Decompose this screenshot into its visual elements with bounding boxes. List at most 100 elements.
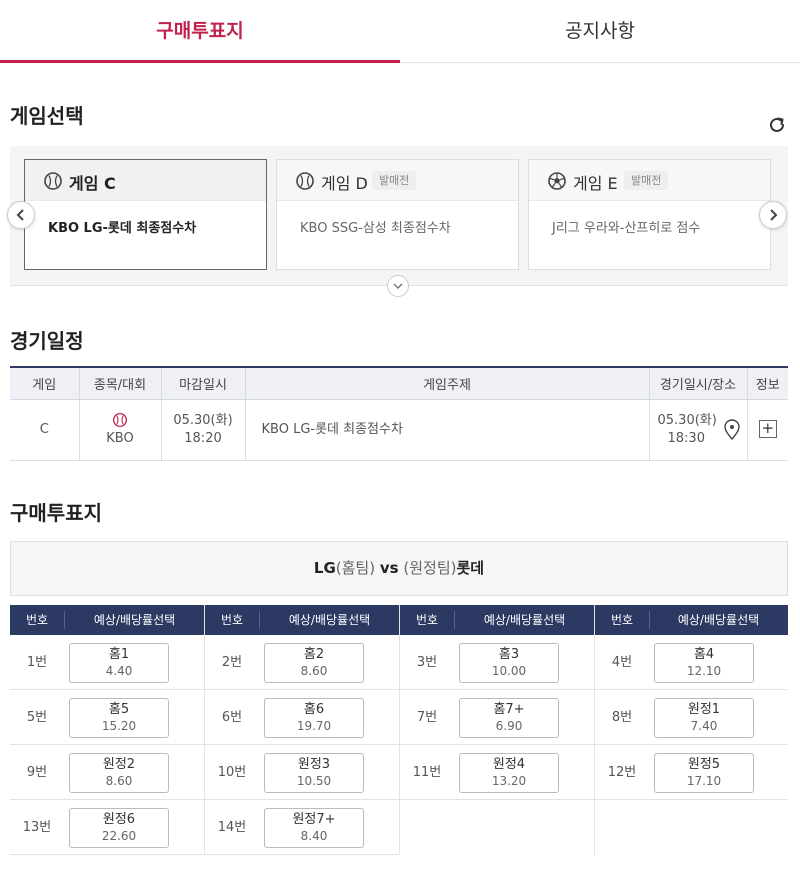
bet-row: 10번 원정3 10.50	[205, 745, 400, 800]
bet-option-button[interactable]: 원정5 17.10	[654, 753, 754, 793]
bet-odds: 8.60	[105, 774, 133, 788]
bet-column-4: 번호 예상/배당률선택 4번 홈4 12.10 8번 원정1 7.40 12번 원정5 17.…	[595, 605, 788, 800]
match-header: LG(홈팀) vs (원정팀)롯데	[10, 541, 788, 596]
bet-column-1: 번호 예상/배당률선택 1번 홈1 4.40 5번 홈5 15.20 9번 원정2 8.60 …	[10, 605, 205, 855]
bet-odds: 22.60	[101, 829, 137, 843]
bet-number: 10번	[217, 765, 247, 780]
game-card-desc: KBO SSG-삼성 최종점수차	[300, 221, 451, 236]
bet-label: 홈1	[108, 647, 130, 662]
vs-label: vs	[379, 559, 399, 577]
carousel-prev-button[interactable]	[7, 201, 35, 229]
away-tag: (원정팀)	[403, 559, 457, 577]
bet-label: 원정3	[297, 757, 331, 772]
bet-option-button[interactable]: 원정7+ 8.40	[264, 808, 364, 848]
game-card-d[interactable]: 게임 D 발매전 KBO SSG-삼성 최종점수차	[276, 159, 519, 270]
col-header-num: 번호	[610, 613, 634, 627]
col-header-game: 게임	[10, 366, 80, 400]
bet-number: 8번	[611, 710, 633, 725]
column-divider	[204, 605, 205, 855]
col-header-info: 정보	[747, 366, 788, 400]
bet-option-button[interactable]: 홈7+ 6.90	[459, 698, 559, 738]
col-header-match-time: 경기일시/장소	[649, 366, 748, 400]
bet-option-button[interactable]: 원정2 8.60	[69, 753, 169, 793]
bet-column-3: 번호 예상/배당률선택 3번 홈3 10.00 7번 홈7+ 6.90 11번 원정4 13.…	[400, 605, 595, 800]
col-header-deadline: 마감일시	[161, 366, 246, 400]
bet-number: 14번	[217, 820, 247, 835]
bet-option-button[interactable]: 홈1 4.40	[69, 643, 169, 683]
bet-number: 7번	[416, 710, 438, 725]
col-header-pick: 예상/배당률선택	[677, 613, 760, 627]
game-card-header: 게임 D 발매전	[277, 160, 518, 201]
bet-odds: 4.40	[105, 664, 133, 678]
bet-odds: 10.00	[491, 664, 527, 678]
bet-odds: 15.20	[101, 719, 137, 733]
soccer-icon	[547, 171, 567, 191]
bet-option-button[interactable]: 원정3 10.50	[264, 753, 364, 793]
game-card-name: 게임 E	[573, 174, 618, 193]
col-header-subject: 게임주제	[245, 366, 650, 400]
location-pin-icon[interactable]	[723, 418, 741, 447]
bet-option-button[interactable]: 홈6 19.70	[264, 698, 364, 738]
col-header-pick: 예상/배당률선택	[483, 613, 566, 627]
cell-deadline: 05.30(화) 18:20	[161, 399, 246, 461]
bet-option-button[interactable]: 원정6 22.60	[69, 808, 169, 848]
game-carousel: 게임 C KBO LG-롯데 최종점수차 게임 D 발매전 KBO SSG-삼성…	[10, 146, 788, 286]
column-divider	[399, 605, 400, 855]
game-card-name: 게임 C	[69, 174, 116, 193]
bet-option-button[interactable]: 홈3 10.00	[459, 643, 559, 683]
col-header-num: 번호	[220, 613, 244, 627]
bet-row: 9번 원정2 8.60	[10, 745, 205, 800]
bet-label: 홈6	[303, 702, 325, 717]
slip-title: 구매투표지	[10, 501, 102, 525]
bet-number: 13번	[22, 820, 52, 835]
game-select-title: 게임선택	[10, 104, 84, 128]
cell-info: +	[747, 399, 788, 461]
game-card-desc: J리그 우라와-산프히로 점수	[552, 221, 701, 236]
bet-label: 원정6	[102, 812, 136, 827]
table-row: C KBO 05.30(화) 18:20 KBO LG-롯데 최종점수차 05.…	[10, 399, 788, 461]
tab-purchase-slip[interactable]: 구매투표지	[0, 0, 400, 63]
away-team: 롯데	[456, 559, 485, 577]
bet-label: 홈2	[303, 647, 325, 662]
info-plus-button[interactable]: +	[758, 420, 777, 438]
col-header-pick: 예상/배당률선택	[93, 613, 176, 627]
bet-option-button[interactable]: 홈2 8.60	[264, 643, 364, 683]
schedule-table: 게임 종목/대회 마감일시 게임주제 경기일시/장소 정보 C KBO 05.3…	[10, 366, 788, 461]
bet-option-button[interactable]: 홈5 15.20	[69, 698, 169, 738]
expand-chevron-down-icon[interactable]	[387, 275, 409, 297]
column-divider	[594, 605, 595, 855]
bet-odds: 8.60	[300, 664, 328, 678]
bet-row: 4번 홈4 12.10	[595, 635, 788, 690]
bet-row: 2번 홈2 8.60	[205, 635, 400, 690]
game-card-header: 게임 C	[25, 160, 266, 201]
refresh-icon[interactable]	[766, 114, 788, 136]
baseball-icon	[295, 171, 315, 191]
bet-column-2: 번호 예상/배당률선택 2번 홈2 8.60 6번 홈6 19.70 10번 원정3 10.5…	[205, 605, 400, 855]
cell-subject: KBO LG-롯데 최종점수차	[245, 399, 650, 461]
bet-label: 원정7+	[292, 812, 336, 827]
bet-label: 홈5	[108, 702, 130, 717]
bet-option-button[interactable]: 홈4 12.10	[654, 643, 754, 683]
bet-option-button[interactable]: 원정4 13.20	[459, 753, 559, 793]
bet-odds: 10.50	[296, 774, 332, 788]
bet-odds: 6.90	[495, 719, 523, 733]
bet-number: 9번	[26, 765, 48, 780]
tab-notice[interactable]: 공지사항	[400, 0, 800, 62]
col-header-num: 번호	[415, 613, 439, 627]
game-card-c[interactable]: 게임 C KBO LG-롯데 최종점수차	[24, 159, 267, 270]
bet-number: 1번	[26, 655, 48, 670]
baseball-icon	[80, 412, 161, 430]
schedule-title: 경기일정	[10, 329, 84, 353]
carousel-next-button[interactable]	[759, 201, 787, 229]
game-card-e[interactable]: 게임 E 발매전 J리그 우라와-산프히로 점수	[528, 159, 771, 270]
bet-label: 원정5	[687, 757, 721, 772]
bet-number: 12번	[607, 765, 637, 780]
bet-row: 12번 원정5 17.10	[595, 745, 788, 800]
bet-row: 8번 원정1 7.40	[595, 690, 788, 745]
game-card-name: 게임 D	[321, 174, 368, 193]
col-header-pick: 예상/배당률선택	[288, 613, 371, 627]
bet-option-button[interactable]: 원정1 7.40	[654, 698, 754, 738]
col-header-league: 종목/대회	[79, 366, 162, 400]
bet-odds: 17.10	[686, 774, 722, 788]
bet-odds: 8.40	[300, 829, 328, 843]
